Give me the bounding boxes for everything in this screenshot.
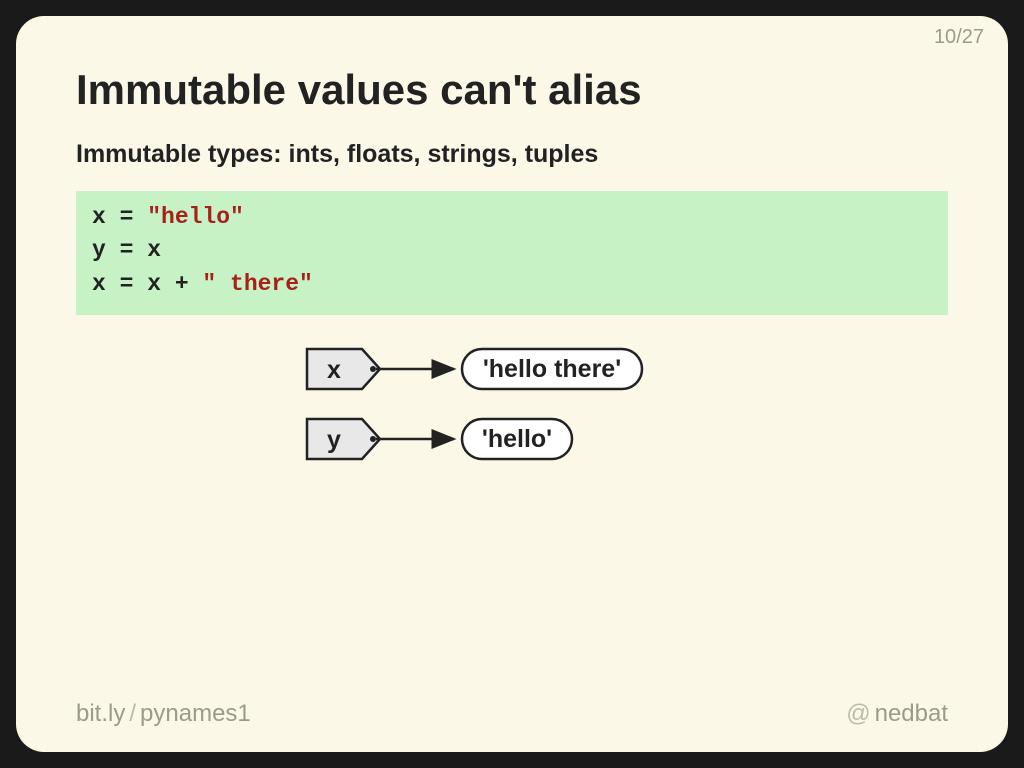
- at-sign: @: [846, 700, 870, 727]
- footer-path: pynames1: [140, 700, 251, 727]
- value-pill-y: 'hello': [462, 419, 572, 459]
- value-x-label: 'hello there': [483, 355, 621, 383]
- code-line-3a: x = x +: [92, 271, 202, 297]
- code-line-3b: " there": [202, 271, 312, 297]
- variable-tag-y: y: [307, 419, 380, 459]
- footer-link: bit.ly/pynames1: [76, 700, 251, 728]
- footer-domain: bit.ly: [76, 700, 125, 727]
- value-pill-x: 'hello there': [462, 349, 642, 389]
- page-total: 27: [962, 26, 984, 48]
- value-y-label: 'hello': [482, 425, 552, 453]
- variable-y-label: y: [327, 426, 341, 454]
- variable-x-label: x: [327, 356, 341, 384]
- slide-title: Immutable values can't alias: [76, 66, 948, 114]
- slide: 10/27 Immutable values can't alias Immut…: [16, 16, 1008, 752]
- code-line-1a: x =: [92, 204, 147, 230]
- footer-handle: @nedbat: [846, 700, 948, 728]
- footer-username: nedbat: [875, 700, 948, 727]
- name-value-diagram: x 'hello there' y 'hello': [76, 339, 948, 499]
- code-line-2: y = x: [92, 237, 161, 263]
- code-line-1b: "hello": [147, 204, 244, 230]
- slide-footer: bit.ly/pynames1 @nedbat: [76, 700, 948, 728]
- code-block: x = "hello" y = x x = x + " there": [76, 191, 948, 315]
- footer-slash: /: [129, 700, 136, 727]
- variable-tag-x: x: [307, 349, 380, 389]
- slide-subtitle: Immutable types: ints, floats, strings, …: [76, 140, 948, 169]
- page-counter: 10/27: [934, 26, 984, 49]
- page-current: 10: [934, 26, 956, 48]
